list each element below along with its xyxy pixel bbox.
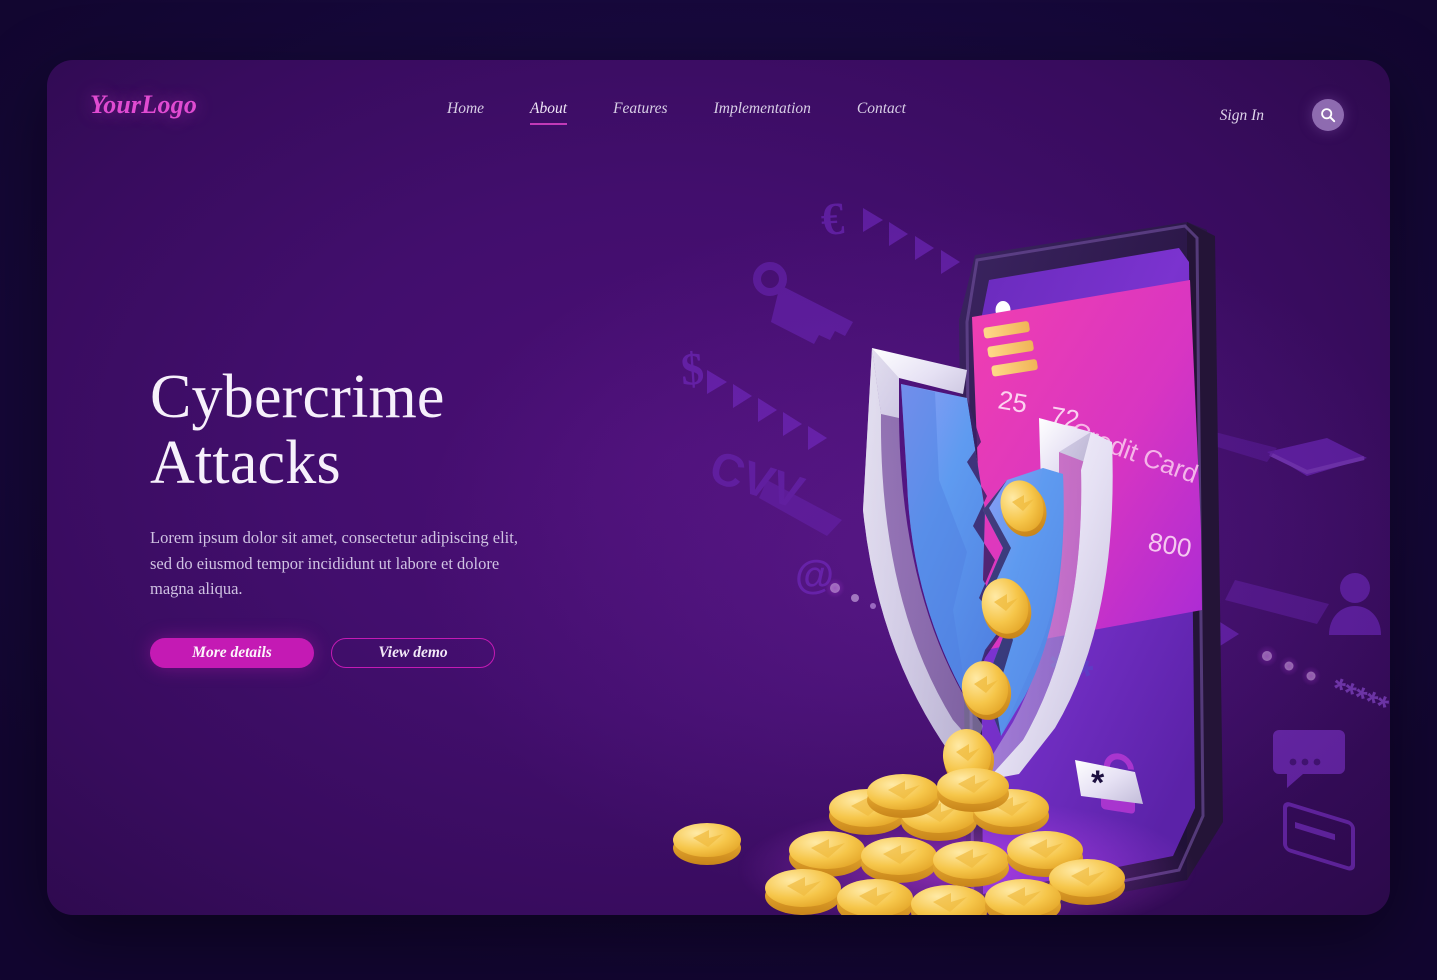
search-button[interactable] (1312, 99, 1344, 131)
hero-button-row: More details View demo (150, 637, 570, 668)
key-icon (753, 262, 853, 344)
hero-card: YourLogo Home About Features Implementat… (47, 60, 1390, 915)
card-number-fragment-1: 25 (996, 384, 1030, 419)
page-title: Cybercrime Attacks (150, 363, 570, 497)
euro-arrow-trail (863, 208, 960, 274)
svg-text:€: € (819, 192, 846, 244)
chat-bubble-icon (1273, 730, 1345, 788)
envelope-icon (1201, 430, 1367, 476)
euro-symbol-icon: € (819, 192, 846, 244)
view-demo-button[interactable]: View demo (331, 637, 495, 668)
dollar-arrow-trail (707, 370, 827, 450)
headline-line-2: Attacks (150, 428, 341, 497)
user-avatar-icon (1225, 573, 1381, 635)
headline-line-1: Cybercrime (150, 363, 445, 431)
svg-text:*****: ***** (1326, 672, 1390, 725)
search-icon (1321, 108, 1336, 123)
nav-item-contact[interactable]: Contact (857, 100, 906, 125)
nav-item-features[interactable]: Features (613, 100, 668, 125)
hero-copy: Cybercrime Attacks Lorem ipsum dolor sit… (150, 363, 570, 668)
page-root: YourLogo Home About Features Implementat… (0, 0, 1437, 980)
credit-card-outline-icon (1283, 802, 1355, 871)
site-header: YourLogo Home About Features Implementat… (47, 60, 1390, 170)
hero-paragraph: Lorem ipsum dolor sit amet, consectetur … (150, 528, 518, 598)
site-logo[interactable]: YourLogo (90, 90, 197, 120)
cvv-text: CVV (704, 440, 842, 536)
dollar-symbol-icon: $ (679, 342, 706, 394)
nav-item-about[interactable]: About (530, 100, 568, 125)
sign-in-link[interactable]: Sign In (1220, 107, 1264, 125)
main-navigation: Home About Features Implementation Conta… (447, 100, 906, 125)
nav-item-implementation[interactable]: Implementation (714, 100, 811, 125)
svg-text:$: $ (679, 342, 706, 394)
fragment-asterisk: * (1091, 764, 1105, 802)
right-dot-trail (1256, 645, 1321, 686)
hero-illustration: € $ CVV @ ***** 25 72 800 Credit Card * (667, 180, 1390, 915)
password-asterisks: ***** (1326, 672, 1390, 725)
coin-lone-left (673, 823, 741, 865)
nav-item-home[interactable]: Home (447, 100, 484, 125)
more-details-button[interactable]: More details (150, 637, 314, 668)
